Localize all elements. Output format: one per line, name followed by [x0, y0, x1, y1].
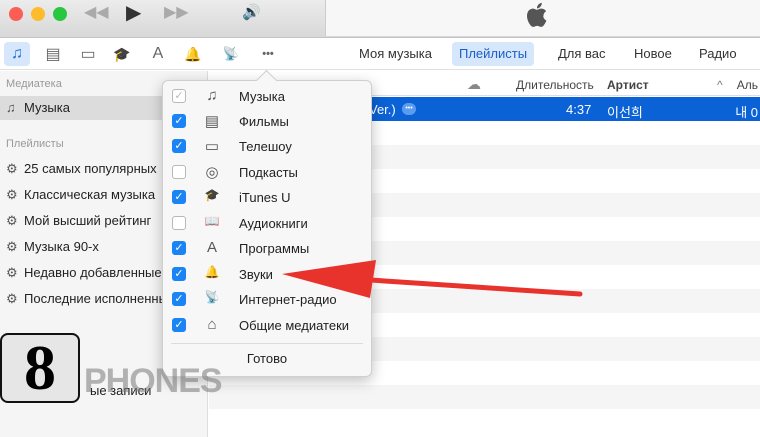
watermark: PHONES — [84, 362, 223, 400]
arrow-head — [282, 260, 376, 298]
step-badge: 8 — [0, 333, 80, 403]
